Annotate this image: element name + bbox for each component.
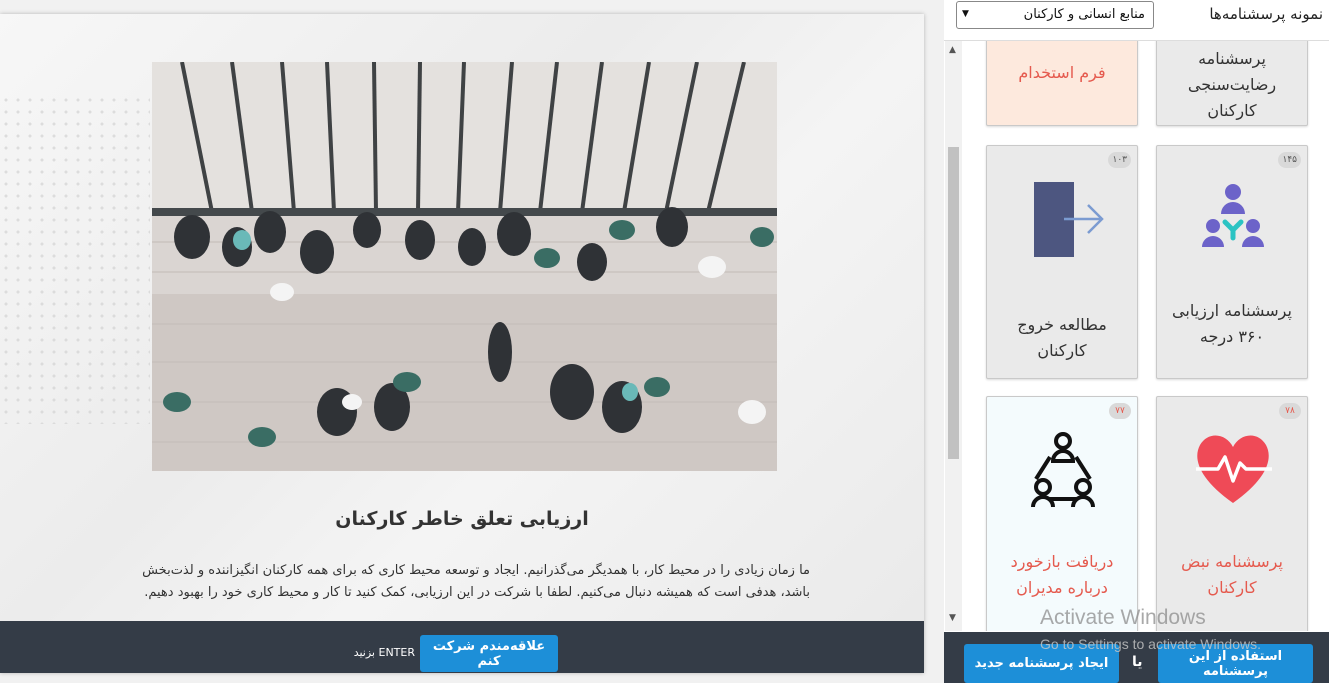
- template-tile-label: پرسشنامه ارزیابی ۳۶۰ درجه: [1172, 301, 1292, 346]
- scroll-up-arrow-icon[interactable]: ▲: [949, 45, 956, 55]
- decorative-dot-pattern: [0, 94, 150, 424]
- enter-key-hint: ENTER بزنید: [353, 646, 415, 659]
- template-usage-badge: ۱۴۵: [1278, 152, 1301, 168]
- preview-action-bar: علاقه‌مندم شرکت کنم ENTER بزنید: [0, 621, 924, 673]
- activate-windows-watermark: Activate Windows Go to Settings to activ…: [1040, 606, 1261, 652]
- template-grid: پرسشنامه رضایت‌سنجی کارکنان فرم استخدام …: [962, 41, 1329, 631]
- samples-panel: نمونه پرسشنامه‌ها ▼ منابع انسانی و کارکن…: [944, 0, 1329, 683]
- template-tile-label: مطالعه خروج کارکنان: [1017, 315, 1107, 360]
- survey-description: ما زمان زیادی را در محیط کار، با همدیگر …: [142, 563, 810, 600]
- template-usage-badge: ۷۷: [1109, 403, 1131, 419]
- dropdown-caret-icon: ▼: [962, 9, 969, 19]
- watermark-subtitle: Go to Settings to activate Windows.: [1040, 636, 1261, 652]
- watermark-title: Activate Windows: [1040, 606, 1206, 629]
- category-select[interactable]: ▼ منابع انسانی و کارکنان: [956, 1, 1154, 29]
- org-chart-icon: [1031, 432, 1095, 508]
- survey-preview-card: ارزیابی تعلق خاطر کارکنان ما زمان زیادی …: [0, 14, 924, 673]
- category-select-value: منابع انسانی و کارکنان: [1023, 7, 1145, 22]
- template-tile[interactable]: فرم استخدام: [986, 41, 1138, 126]
- template-tile[interactable]: ۷۷ دریافت بازخورد درباره مدیران: [986, 396, 1138, 631]
- template-tile-label: پرسشنامه نبض کارکنان: [1181, 552, 1283, 597]
- heart-pulse-icon: [1196, 435, 1272, 503]
- scroll-thumb[interactable]: [948, 147, 959, 459]
- scroll-down-arrow-icon[interactable]: ▼: [949, 613, 956, 623]
- template-tile-label: دریافت بازخورد درباره مدیران: [1010, 552, 1114, 597]
- survey-preview-panel: ارزیابی تعلق خاطر کارکنان ما زمان زیادی …: [0, 0, 944, 683]
- template-tile[interactable]: پرسشنامه رضایت‌سنجی کارکنان: [1156, 41, 1308, 126]
- template-tile[interactable]: ۱۰۳ مطالعه خروج کارکنان: [986, 145, 1138, 379]
- template-tile[interactable]: ۷۸ پرسشنامه نبض کارکنان: [1156, 396, 1308, 631]
- template-tile-label: فرم استخدام: [1018, 63, 1106, 82]
- vertical-scrollbar[interactable]: ▲ ▼: [945, 41, 962, 631]
- join-survey-button[interactable]: علاقه‌مندم شرکت کنم: [420, 635, 558, 672]
- template-tile-label: پرسشنامه رضایت‌سنجی کارکنان: [1187, 49, 1277, 120]
- template-tile[interactable]: ۱۴۵ پرسشنامه ارزیابی ۳۶۰ درجه: [1156, 145, 1308, 379]
- survey-title: ارزیابی تعلق خاطر کارکنان: [335, 508, 589, 530]
- template-usage-badge: ۷۸: [1279, 403, 1301, 419]
- or-separator: یا: [1132, 654, 1143, 670]
- cover-photo: [152, 62, 777, 471]
- office-lobby-photo: [152, 62, 777, 471]
- exit-door-icon: [1034, 182, 1104, 257]
- template-usage-badge: ۱۰۳: [1108, 152, 1131, 168]
- samples-label: نمونه پرسشنامه‌ها: [1209, 5, 1323, 23]
- samples-header: نمونه پرسشنامه‌ها ▼ منابع انسانی و کارکن…: [944, 0, 1329, 41]
- team-360-icon: [1202, 184, 1264, 247]
